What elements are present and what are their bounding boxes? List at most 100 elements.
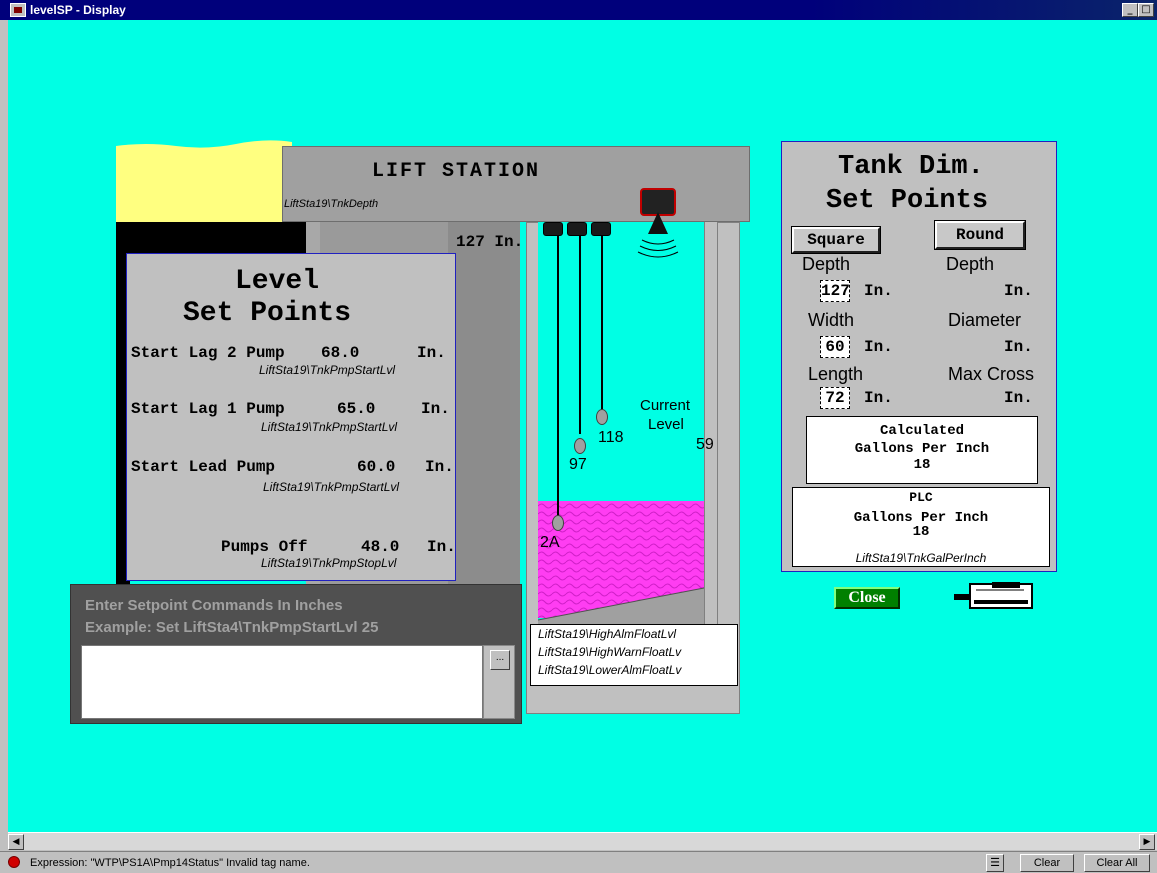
current-level-label-line1: Current bbox=[640, 397, 691, 414]
window-titlebar[interactable]: levelSP - Display _ □ bbox=[0, 0, 1157, 20]
max-cross-unit: In. bbox=[1004, 389, 1033, 407]
width-unit: In. bbox=[864, 338, 893, 356]
lift-station-title: LIFT STATION bbox=[372, 160, 541, 183]
shaft-shadow bbox=[448, 222, 520, 602]
setpoint-lead-row[interactable]: Start Lead Pump 60.0 In. bbox=[131, 458, 454, 476]
tank-dim-panel: Tank Dim. Set Points Square Round Depth … bbox=[781, 141, 1057, 572]
command-button-column: ... bbox=[483, 645, 515, 719]
sensor-signal-icon bbox=[637, 212, 679, 258]
square-depth-label: Depth bbox=[802, 254, 851, 274]
float-tag-high-warn: LiftSta19\HighWarnFloatLv bbox=[538, 645, 682, 659]
setpoint-label: Start Lead Pump bbox=[131, 458, 276, 476]
command-input[interactable] bbox=[81, 645, 483, 719]
command-example: Example: Set LiftSta4\TnkPmpStartLvl 25 bbox=[85, 619, 379, 636]
structure-black-top bbox=[116, 222, 306, 254]
float-label-mid: 97 bbox=[569, 456, 587, 473]
tank-depth-value: 127 In. bbox=[456, 233, 524, 251]
setpoint-value[interactable]: 60.0 bbox=[357, 458, 395, 476]
float-tag-lower-alarm: LiftSta19\LowerAlmFloatLv bbox=[538, 663, 682, 677]
diameter-label: Diameter bbox=[948, 310, 1022, 330]
error-icon bbox=[8, 856, 20, 868]
plc-gpi-value: 18 bbox=[912, 524, 930, 540]
setpoint-unit: In. bbox=[427, 538, 456, 556]
float-label-high: 118 bbox=[598, 429, 624, 446]
setpoint-value[interactable]: 48.0 bbox=[361, 538, 399, 556]
plc-gpi-tag: LiftSta19\TnkGalPerInch bbox=[855, 551, 987, 565]
status-bar: Expression: "WTP\PS1A\Pmp14Status" Inval… bbox=[0, 851, 1157, 873]
calculated-gpi-label: Gallons Per Inch bbox=[854, 441, 990, 457]
tank-depth-tag: LiftSta19\TnkDepth bbox=[284, 198, 379, 210]
float-switch-icon bbox=[567, 222, 587, 236]
setpoint-label: Start Lag 2 Pump bbox=[131, 344, 285, 362]
clear-all-button[interactable]: Clear All bbox=[1084, 854, 1150, 872]
setpoint-tag: LiftSta19\TnkPmpStopLvl bbox=[261, 556, 397, 570]
float-tag-list: LiftSta19\HighAlmFloatLvl LiftSta19\High… bbox=[530, 624, 738, 686]
depth-unit: In. bbox=[864, 282, 893, 300]
float-ball-icon bbox=[574, 438, 586, 454]
tank-panel-title: Tank Dim. bbox=[838, 152, 984, 182]
square-button[interactable]: Square bbox=[791, 226, 881, 254]
setpoint-label: Start Lag 1 Pump bbox=[131, 400, 285, 418]
printer-icon[interactable] bbox=[952, 580, 1034, 612]
current-level-label: Current Level bbox=[640, 396, 690, 434]
setpoint-off-row[interactable]: Pumps Off 48.0 In. bbox=[221, 538, 456, 556]
plc-label: PLC bbox=[909, 490, 933, 505]
calculated-label: Calculated bbox=[879, 423, 964, 439]
scroll-left-icon[interactable]: ◀ bbox=[8, 834, 24, 850]
level-set-points-panel: Level Set Points Start Lag 2 Pump 68.0 I… bbox=[126, 253, 456, 581]
setpoint-unit: In. bbox=[421, 400, 450, 418]
scroll-right-icon[interactable]: ▶ bbox=[1139, 834, 1155, 850]
float-switch-icon bbox=[543, 222, 563, 236]
setpoint-tag: LiftSta19\TnkPmpStartLvl bbox=[263, 480, 400, 494]
app-icon bbox=[10, 3, 26, 17]
display-canvas: LIFT STATION LiftSta19\TnkDepth 127 In. … bbox=[8, 20, 1157, 832]
max-cross-label: Max Cross bbox=[948, 364, 1035, 384]
length-unit: In. bbox=[864, 389, 893, 407]
setpoint-tag: LiftSta19\TnkPmpStartLvl bbox=[259, 363, 396, 377]
current-level-value: 59 bbox=[696, 436, 714, 453]
setpoint-value[interactable]: 65.0 bbox=[337, 400, 375, 418]
level-panel-title: Level bbox=[235, 266, 320, 297]
level-panel-subtitle: Set Points bbox=[183, 298, 352, 329]
plc-gpi-box: PLC Gallons Per Inch 18 LiftSta19\TnkGal… bbox=[792, 487, 1050, 567]
length-label: Length bbox=[808, 364, 864, 384]
round-depth-label: Depth bbox=[946, 254, 995, 274]
command-panel: Enter Setpoint Commands In Inches Exampl… bbox=[70, 584, 522, 724]
setpoint-lag1-row[interactable]: Start Lag 1 Pump 65.0 In. bbox=[131, 400, 450, 418]
diameter-unit: In. bbox=[1004, 338, 1033, 356]
minimize-icon[interactable]: _ bbox=[1122, 3, 1138, 17]
round-button[interactable]: Round bbox=[934, 220, 1026, 250]
command-instruction: Enter Setpoint Commands In Inches bbox=[85, 597, 343, 614]
setpoint-tag: LiftSta19\TnkPmpStartLvl bbox=[261, 420, 398, 434]
status-message: Expression: "WTP\PS1A\Pmp14Status" Inval… bbox=[30, 857, 310, 869]
setpoint-unit: In. bbox=[425, 458, 454, 476]
float-ball-icon bbox=[596, 409, 608, 425]
calculated-gpi-value: 18 bbox=[913, 457, 931, 473]
list-icon[interactable]: ☰ bbox=[986, 854, 1004, 872]
ground-area bbox=[116, 148, 292, 228]
calculated-gpi-box: Calculated Gallons Per Inch 18 bbox=[806, 416, 1038, 484]
float-cable bbox=[557, 236, 559, 516]
float-ball-icon bbox=[552, 515, 564, 531]
tank-panel-subtitle: Set Points bbox=[826, 186, 989, 216]
width-label: Width bbox=[808, 310, 855, 330]
float-cable bbox=[601, 236, 603, 410]
float-label-low: 2A bbox=[540, 534, 560, 551]
browse-button[interactable]: ... bbox=[490, 650, 510, 670]
length-input[interactable]: 72 bbox=[820, 387, 850, 409]
horizontal-scrollbar[interactable]: ◀ ▶ bbox=[8, 832, 1157, 850]
window-title: levelSP - Display bbox=[30, 3, 126, 17]
current-level-label-line2: Level bbox=[648, 416, 684, 433]
setpoint-value[interactable]: 68.0 bbox=[321, 344, 359, 362]
setpoint-unit: In. bbox=[417, 344, 446, 362]
clear-button[interactable]: Clear bbox=[1020, 854, 1074, 872]
round-depth-unit: In. bbox=[1004, 282, 1033, 300]
restore-icon[interactable]: □ bbox=[1138, 3, 1154, 17]
close-button[interactable]: Close bbox=[834, 587, 900, 609]
float-cable bbox=[579, 236, 581, 434]
setpoint-lag2-row[interactable]: Start Lag 2 Pump 68.0 In. bbox=[131, 344, 446, 362]
depth-input[interactable]: 127 bbox=[820, 280, 850, 302]
width-input[interactable]: 60 bbox=[820, 336, 850, 358]
float-tag-high-alarm: LiftSta19\HighAlmFloatLvl bbox=[538, 627, 677, 641]
float-switch-icon bbox=[591, 222, 611, 236]
